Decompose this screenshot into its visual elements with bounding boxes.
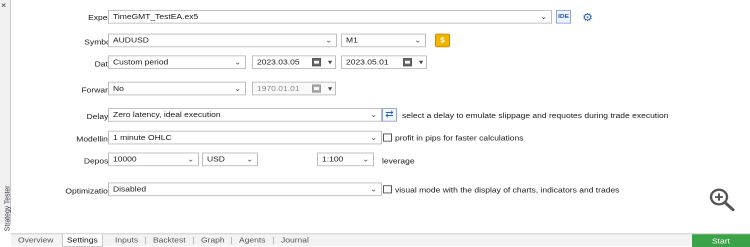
delays-hint: select a delay to emulate slippage and r… [402,110,669,120]
tab-separator [145,236,146,245]
settings-gear-button[interactable]: ⚙ [580,10,595,24]
currency-value: USD [207,154,225,164]
modelling-select[interactable]: 1 minute OHLC ⌄ [108,130,382,145]
chevron-down-icon: ⌄ [362,155,369,164]
chevron-down-icon: ⌄ [187,155,194,164]
chevron-down-icon: ⌄ [234,58,241,67]
close-icon[interactable]: × [1,1,6,10]
calendar-icon[interactable] [403,58,412,67]
delays-label: Delays: [86,111,115,121]
tab-settings[interactable]: Settings [62,234,103,247]
settings-panel: Expert: TimeGMT_TestEA.ex5 ⌄ IDE ⚙ Symbo… [11,0,750,233]
chevron-down-icon: ⌄ [246,155,253,164]
chevron-down-icon: ⌄ [414,36,421,45]
forward-label: Forward: [81,85,115,95]
optimization-select[interactable]: Disabled ⌄ [108,182,382,197]
profit-in-pips-checkbox[interactable] [383,133,392,142]
symbol-select[interactable]: AUDUSD ⌄ [108,33,337,48]
date-period-select[interactable]: Custom period ⌄ [108,55,246,70]
dollar-icon: $ [440,36,445,45]
deposit-label: Deposit: [83,156,115,166]
optimization-value: Disabled [113,184,147,194]
deposit-value: 10000 [113,154,137,164]
timeframe-select[interactable]: M1 ⌄ [341,33,426,48]
profit-in-pips-label: profit in pips for faster calculations [395,133,524,143]
ide-button[interactable]: IDE [556,9,571,24]
zoom-in-icon[interactable] [708,187,736,212]
expert-select[interactable]: TimeGMT_TestEA.ex5 ⌄ [108,9,552,24]
modelling-label: Modelling: [76,134,115,144]
chevron-down-icon: ⌄ [540,12,547,21]
start-button[interactable]: Start [692,234,750,247]
ide-icon: IDE [558,13,569,20]
symbol-label: Symbol: [84,37,115,47]
date-to-value: 2023.05.01 [346,57,389,67]
leverage-value: 1:100 [322,154,344,164]
date-from-field[interactable]: 2023.03.05 ▾ [252,55,336,70]
tab-bar: Overview Settings Inputs Backtest Graph … [11,233,750,247]
modelling-value: 1 minute OHLC [113,132,172,142]
tab-backtest[interactable]: Backtest [149,234,190,247]
date-to-field[interactable]: 2023.05.01 ▾ [341,55,427,70]
expert-label: Expert: [88,12,115,22]
chevron-down-icon: ⌄ [234,84,241,93]
chevron-down-icon: ▾ [327,84,332,93]
visual-mode-label: visual mode with the display of charts, … [395,185,620,195]
swap-icon: ⇄ [385,109,394,120]
chevron-down-icon: ▾ [418,58,423,67]
tab-separator [273,236,274,245]
forward-select[interactable]: No ⌄ [108,81,246,96]
tab-overview[interactable]: Overview [14,234,57,247]
calendar-icon[interactable] [312,58,321,67]
date-from-value: 2023.03.05 [257,57,300,67]
visual-mode-checkbox[interactable] [383,185,392,194]
chevron-down-icon: ⌄ [370,133,377,142]
chevron-down-icon: ⌄ [370,185,377,194]
chevron-down-icon: ⌄ [370,110,377,119]
deposit-input[interactable]: 10000 ⌄ [108,152,199,167]
calendar-icon [312,84,321,93]
gear-icon: ⚙ [582,10,593,24]
expert-value: TimeGMT_TestEA.ex5 [113,11,199,21]
symbol-properties-button[interactable]: $ [435,33,450,48]
tab-agents[interactable]: Agents [235,234,269,247]
tab-separator [231,236,232,245]
currency-select[interactable]: USD ⌄ [202,152,258,167]
forward-date-field: 1970.01.01 ▾ [252,81,336,96]
forward-date-value: 1970.01.01 [257,83,300,93]
chevron-down-icon: ▾ [327,58,332,67]
tab-journal[interactable]: Journal [277,234,313,247]
tab-separator [193,236,194,245]
delays-select[interactable]: Zero latency, ideal execution ⌄ [108,108,382,122]
strategy-tester-sidebar: × Strategy Tester [0,0,12,231]
delay-settings-button[interactable]: ⇄ [382,108,397,122]
timeframe-value: M1 [346,35,358,45]
delays-value: Zero latency, ideal execution [113,109,221,119]
symbol-value: AUDUSD [113,35,149,45]
leverage-label: leverage [382,156,415,166]
date-period-value: Custom period [113,57,169,67]
forward-value: No [113,83,124,93]
tab-inputs[interactable]: Inputs [111,234,142,247]
tab-graph[interactable]: Graph [197,234,229,247]
leverage-select[interactable]: 1:100 ⌄ [317,152,374,167]
optimization-label: Optimization: [65,186,115,196]
date-label: Date: [94,59,115,69]
chevron-down-icon: ⌄ [325,36,332,45]
